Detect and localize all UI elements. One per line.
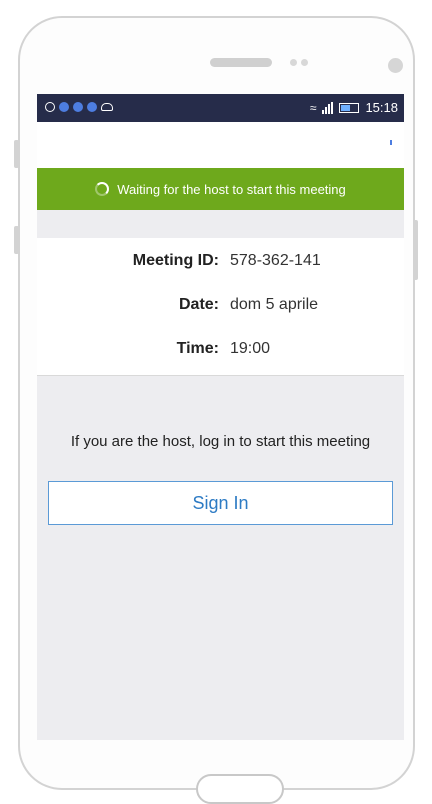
sign-in-button[interactable]: Sign In <box>48 481 393 525</box>
chat-icon <box>45 102 55 112</box>
meeting-info-panel: Meeting ID: 578-362-141 Date: dom 5 apri… <box>37 238 404 376</box>
app-screen: ≈ 15:18 Waiting for the host to start th… <box>37 94 404 740</box>
date-label: Date: <box>178 296 219 313</box>
spinner-icon <box>95 182 110 196</box>
battery-icon <box>339 102 360 113</box>
meeting-id-row: Meeting ID: 578-362-141 <box>37 252 404 276</box>
meeting-id-label: Meeting ID: <box>132 252 219 269</box>
status-time: 15:18 <box>365 100 398 115</box>
signal-icon <box>322 101 334 114</box>
meeting-id-value: 578-362-141 <box>230 252 321 269</box>
time-value: 19:00 <box>230 340 271 357</box>
cloud-icon <box>101 103 113 111</box>
status-bar: ≈ 15:18 <box>37 94 404 122</box>
volume-button <box>14 140 19 168</box>
volume-button <box>14 226 19 254</box>
front-camera <box>388 58 403 73</box>
sensor-dot <box>301 59 308 66</box>
home-button[interactable] <box>196 774 284 804</box>
date-row: Date: dom 5 aprile <box>37 296 404 320</box>
host-prompt: If you are the host, log in to start thi… <box>70 433 371 450</box>
action-bar <box>37 122 404 168</box>
app-icon <box>87 102 97 112</box>
sensor-dot <box>290 59 297 66</box>
time-label: Time: <box>176 340 219 357</box>
wifi-icon: ≈ <box>309 100 317 115</box>
divider-band <box>37 210 404 238</box>
waiting-banner: Waiting for the host to start this meeti… <box>37 168 404 210</box>
app-icon <box>73 102 83 112</box>
waiting-text: Waiting for the host to start this meeti… <box>117 181 346 197</box>
app-icon <box>59 102 69 112</box>
power-button <box>413 220 418 280</box>
speaker-grille <box>210 58 272 67</box>
date-value: dom 5 aprile <box>230 296 319 313</box>
overflow-icon[interactable] <box>390 140 392 145</box>
time-row: Time: 19:00 <box>37 340 404 364</box>
